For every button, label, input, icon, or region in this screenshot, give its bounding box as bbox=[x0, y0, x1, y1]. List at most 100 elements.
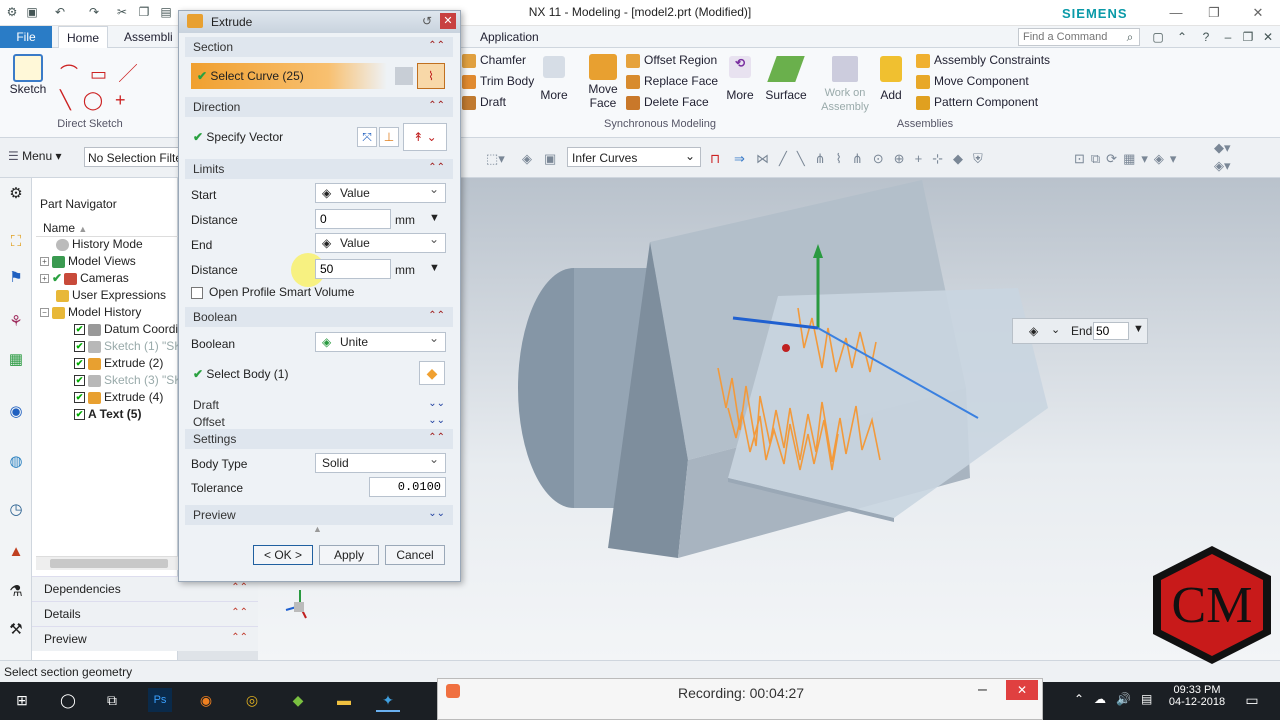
tree-history-mode[interactable]: History Mode bbox=[56, 236, 143, 253]
more-button-2[interactable]: ⟲ More bbox=[724, 56, 756, 102]
visibility-checkbox[interactable]: ✔ bbox=[74, 375, 85, 387]
end-option-dropdown[interactable]: ◈ Value bbox=[315, 232, 446, 253]
reset-icon[interactable]: ↺ bbox=[422, 14, 432, 28]
end-distance-input[interactable] bbox=[315, 259, 391, 279]
name-column-header[interactable]: Name ▲ bbox=[36, 219, 178, 237]
horizontal-scrollbar[interactable] bbox=[36, 556, 178, 570]
scrollbar-thumb[interactable] bbox=[50, 559, 168, 568]
section-group-header[interactable]: Section ⌃⌃ bbox=[185, 37, 453, 57]
tree-datum-csys[interactable]: ✔ Datum Coordi bbox=[74, 321, 178, 338]
search-icon[interactable]: ⌕ bbox=[1122, 29, 1138, 45]
start-value-menu-icon[interactable]: ▼ bbox=[429, 212, 440, 224]
firefox-icon[interactable]: ◉ bbox=[194, 688, 218, 712]
more-button-1[interactable]: More bbox=[538, 56, 570, 102]
task-view-icon[interactable]: ⧉ bbox=[100, 688, 124, 712]
end-value-menu-icon[interactable]: ▼ bbox=[429, 262, 440, 274]
menu-button[interactable]: ☰ Menu ▾ bbox=[8, 149, 61, 163]
hd3d-tools-icon[interactable]: ◉ bbox=[6, 402, 26, 422]
restore-button[interactable]: ❐ bbox=[1200, 3, 1228, 23]
float-end-value[interactable] bbox=[1093, 322, 1129, 340]
apply-button[interactable]: Apply bbox=[319, 545, 379, 565]
visibility-checkbox[interactable]: ✔ bbox=[74, 392, 85, 404]
chevron-down-icon[interactable]: ⌄ bbox=[1051, 323, 1060, 336]
select-body-icon[interactable]: ◈ bbox=[522, 151, 532, 167]
sketch-shape-tools[interactable]: ╲◯+ bbox=[60, 90, 138, 111]
orient-view-icon[interactable]: ◈▾ bbox=[1214, 158, 1231, 174]
body-type-dropdown[interactable]: Solid bbox=[315, 452, 446, 473]
curve-rule-dropdown[interactable]: Infer Curves ⌄ bbox=[567, 147, 701, 167]
select-face-icon[interactable]: ▣ bbox=[544, 151, 556, 167]
details-pane-header[interactable]: Details ⌃⌃ bbox=[32, 601, 258, 626]
taskbar-clock[interactable]: 09:33 PM 04-12-2018 bbox=[1168, 684, 1226, 708]
tree-cameras[interactable]: + ✔ Cameras bbox=[40, 270, 129, 287]
system-scenes-icon[interactable]: ⚒ bbox=[6, 620, 26, 640]
constraint-navigator-icon[interactable]: ⚑ bbox=[6, 268, 26, 288]
surface-button[interactable]: Surface bbox=[764, 56, 808, 102]
roles-icon[interactable]: ⚗ bbox=[6, 582, 26, 602]
preview-pane-header[interactable]: Preview ⌃⌃ bbox=[32, 626, 258, 651]
app-icon[interactable]: ◆ bbox=[286, 688, 310, 712]
ok-button[interactable]: < OK > bbox=[253, 545, 313, 565]
web-browser-icon[interactable]: ◍ bbox=[6, 452, 26, 472]
value-menu-icon[interactable]: ▼ bbox=[1133, 323, 1144, 335]
stop-at-intersection-icon[interactable]: ⊓ bbox=[710, 151, 720, 167]
child-minimize-icon[interactable]: – bbox=[1220, 29, 1236, 45]
cancel-button[interactable]: Cancel bbox=[385, 545, 445, 565]
tab-home[interactable]: Home bbox=[58, 26, 109, 48]
close-button[interactable]: ✕ bbox=[1244, 3, 1272, 23]
expand-icon[interactable]: + bbox=[40, 257, 49, 267]
open-profile-row[interactable]: Open Profile Smart Volume bbox=[191, 285, 354, 299]
specify-vector-row[interactable]: ✔ Specify Vector bbox=[193, 130, 283, 144]
visibility-checkbox[interactable]: ✔ bbox=[74, 341, 85, 353]
child-close-icon[interactable]: ✕ bbox=[1260, 29, 1276, 45]
tray-icons[interactable]: ⌃☁🔊▤ bbox=[1074, 692, 1162, 706]
collapse-icon[interactable]: − bbox=[40, 308, 49, 318]
notifications-icon[interactable]: ▭ bbox=[1240, 688, 1264, 712]
windows-start-icon[interactable]: ⊞ bbox=[10, 688, 34, 712]
expand-icon[interactable]: + bbox=[40, 274, 49, 284]
work-on-assembly-button[interactable]: Work on Assembly bbox=[818, 56, 872, 114]
tree-user-expressions[interactable]: User Expressions bbox=[56, 287, 166, 304]
sketch-section-icon[interactable] bbox=[395, 67, 413, 85]
history-icon[interactable]: ◷ bbox=[6, 500, 26, 520]
draft-button[interactable]: Draft bbox=[462, 92, 506, 112]
tree-model-views[interactable]: + Model Views bbox=[40, 253, 136, 270]
offset-region-button[interactable]: Offset Region bbox=[626, 50, 717, 70]
process-studio-icon[interactable]: ▲ bbox=[6, 542, 26, 562]
tab-file[interactable]: File bbox=[0, 26, 52, 48]
inferred-vector-dropdown[interactable]: ↟ ⌄ bbox=[403, 123, 447, 151]
cortana-icon[interactable]: ◯ bbox=[56, 688, 80, 712]
settings-group-header[interactable]: Settings ⌃⌃ bbox=[185, 429, 453, 449]
settings-gear-icon[interactable]: ⚙ bbox=[6, 184, 26, 204]
select-curve-row[interactable]: ✔ Select Curve (25) bbox=[191, 63, 387, 89]
selection-box-icon[interactable]: ⬚▾ bbox=[486, 151, 505, 167]
help-icon[interactable]: ? bbox=[1198, 29, 1214, 45]
recorder-minimize-icon[interactable]: – bbox=[978, 681, 987, 699]
view-tools-icons[interactable]: ⊡⧉⟳▦▾◈▾ bbox=[1074, 151, 1182, 167]
tree-model-history[interactable]: − Model History bbox=[40, 304, 141, 321]
start-option-dropdown[interactable]: ◈ Value bbox=[315, 182, 446, 203]
move-face-button[interactable]: Move Face bbox=[584, 54, 622, 110]
limits-group-header[interactable]: Limits ⌃⌃ bbox=[185, 159, 453, 179]
visibility-checkbox[interactable]: ✔ bbox=[74, 324, 85, 336]
sketch-curve-tools[interactable]: ⌒▭╱ bbox=[60, 60, 149, 86]
boolean-dropdown[interactable]: ◈ Unite bbox=[315, 331, 446, 352]
select-body-row[interactable]: ✔ Select Body (1) bbox=[193, 367, 288, 381]
chrome-icon[interactable]: ◎ bbox=[240, 688, 264, 712]
trim-body-button[interactable]: Trim Body bbox=[462, 71, 534, 91]
tree-sketch-3[interactable]: ✔ Sketch (3) "SKE bbox=[74, 372, 190, 389]
pattern-component-button[interactable]: Pattern Component bbox=[916, 92, 1038, 112]
assembly-navigator-icon[interactable]: ⛶ bbox=[6, 232, 26, 252]
window-icon[interactable]: ▢ bbox=[1150, 29, 1166, 45]
visibility-checkbox[interactable]: ✔ bbox=[74, 358, 85, 370]
move-component-button[interactable]: Move Component bbox=[916, 71, 1029, 91]
recorder-close-button[interactable]: ✕ bbox=[1006, 680, 1038, 700]
vector-dialog-icon[interactable]: ⊥ bbox=[379, 127, 399, 147]
delete-face-button[interactable]: Delete Face bbox=[626, 92, 709, 112]
reverse-direction-icon[interactable]: ⤧ bbox=[357, 127, 377, 147]
direction-group-header[interactable]: Direction ⌃⌃ bbox=[185, 97, 453, 117]
curve-select-icon[interactable]: ⌇ bbox=[417, 63, 445, 89]
nx-taskbar-icon[interactable]: ✦ bbox=[376, 688, 400, 712]
part-navigator-icon[interactable]: ⚘ bbox=[6, 312, 26, 332]
snap-point-icons[interactable]: ⋈╱╲⋔⌇⋔⊙⊕+⊹◆⛨ bbox=[756, 151, 993, 167]
